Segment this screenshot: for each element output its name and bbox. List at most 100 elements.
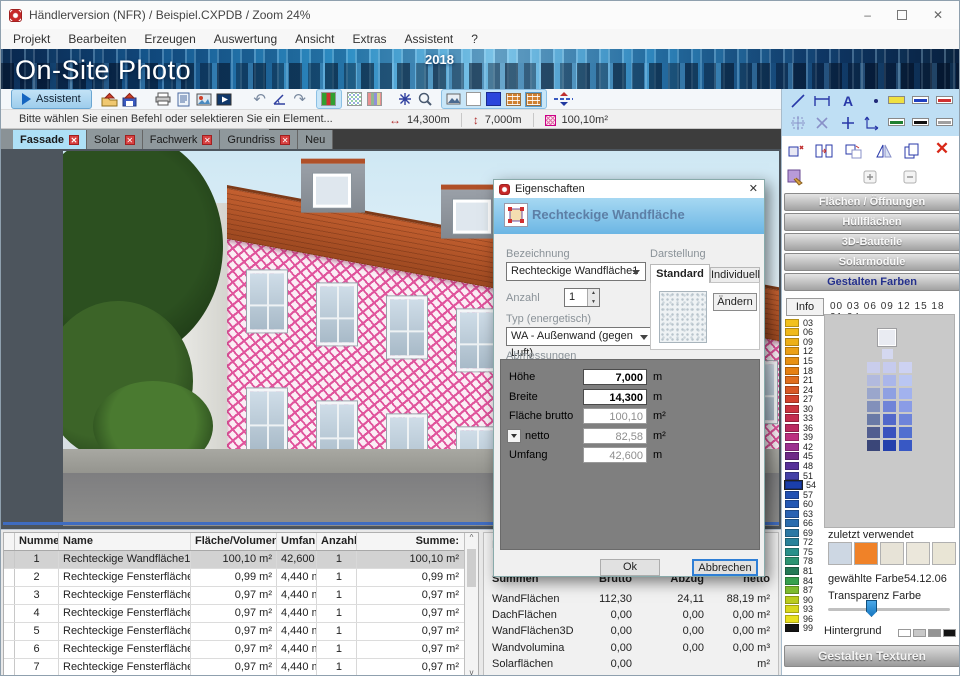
table-row[interactable]: 6Rechteckige Fensterfläche50,97 m²4,440 … [4,641,478,659]
move-rect-icon[interactable] [814,142,834,160]
menu-item-extras[interactable]: Extras [353,32,387,46]
export-video-icon[interactable] [214,90,234,109]
shade-swatch[interactable] [899,362,912,373]
recent-color-swatch[interactable] [880,542,904,565]
view-plain-icon[interactable] [464,90,484,109]
point-tool-icon[interactable] [866,92,886,110]
panel-button-solarmodule[interactable]: Solarmodule [784,253,960,271]
panel-button-3dbauteile[interactable]: 3D-Bauteile [784,233,960,251]
gestalten-texturen-button[interactable]: Gestalten Texturen [784,645,960,667]
recent-color-swatch[interactable] [828,542,852,565]
export-image-icon[interactable] [194,90,214,109]
shade-swatch[interactable] [867,427,880,438]
info-button[interactable]: Info [786,298,824,316]
bezeichnung-select[interactable]: Rechteckige Wandfläche1 [506,262,646,281]
col-header-3[interactable]: Umfan [277,533,317,550]
sub-shade-swatch[interactable] [882,349,893,359]
hue-swatch-06[interactable] [785,328,799,336]
texture-paint-icon[interactable] [786,168,806,186]
color-gray-swatch[interactable] [936,118,953,126]
duplicate-icon[interactable] [902,142,922,160]
shade-swatch[interactable] [883,362,896,373]
undo-icon[interactable]: ↶ [250,90,270,109]
tab-fachwerk[interactable]: Fachwerk✕ [143,130,221,149]
hue-swatch-63[interactable] [785,510,799,518]
hue-swatch-54[interactable] [785,481,802,489]
hue-swatch-03[interactable] [785,319,799,327]
table-row[interactable]: 1Rechteckige Wandfläche1100,10 m²42,600 … [4,551,478,569]
hue-swatch-60[interactable] [785,500,799,508]
shade-swatch[interactable] [899,375,912,386]
hue-swatch-21[interactable] [785,376,799,384]
redo-icon[interactable]: ↷ [290,90,310,109]
hue-swatch-57[interactable] [785,491,799,499]
open-project-icon[interactable] [100,90,120,109]
maximize-icon[interactable] [897,10,907,20]
transparency-slider[interactable] [828,608,950,611]
shade-swatch[interactable] [867,375,880,386]
menu-item-assistent[interactable]: Assistent [405,32,454,46]
texture-preview[interactable] [659,291,707,343]
hue-swatch-45[interactable] [785,452,799,460]
menu-item-ansicht[interactable]: Ansicht [295,32,334,46]
netto-dropdown[interactable] [507,429,521,443]
table-row[interactable]: 5Rechteckige Fensterfläche40,97 m²4,440 … [4,623,478,641]
shade-swatch[interactable] [899,401,912,412]
tab-close-icon[interactable]: ✕ [69,135,79,145]
menu-item-[interactable]: ? [471,32,478,46]
hue-swatch-78[interactable] [785,557,799,565]
shade-swatch[interactable] [899,414,912,425]
shade-swatch[interactable] [867,362,880,373]
menu-item-erzeugen[interactable]: Erzeugen [144,32,195,46]
report-icon[interactable] [174,90,194,109]
menu-item-bearbeiten[interactable]: Bearbeiten [68,32,126,46]
tab-grundriss[interactable]: Grundriss✕ [220,130,298,149]
color-green-swatch[interactable] [888,118,905,126]
dialog-title-bar[interactable]: Eigenschaften ✕ [494,180,764,198]
hue-swatch-12[interactable] [785,347,799,355]
hue-swatch-15[interactable] [785,357,799,365]
shade-swatch[interactable] [867,440,880,451]
hue-swatch-87[interactable] [785,586,799,594]
tab-solar[interactable]: Solar✕ [87,130,143,149]
tab-close-icon[interactable]: ✕ [280,135,290,145]
pattern-stripes-icon[interactable] [365,90,385,109]
hue-swatch-18[interactable] [785,367,799,375]
hue-swatch-39[interactable] [785,433,799,441]
background-swatch[interactable] [928,629,941,637]
save-project-icon[interactable] [120,90,140,109]
hue-swatch-51[interactable] [785,472,799,480]
menu-item-projekt[interactable]: Projekt [13,32,50,46]
pattern-dots-icon[interactable] [345,90,365,109]
cross-tool-icon[interactable] [812,114,832,132]
tab-neu[interactable]: Neu [298,130,333,149]
anzahl-stepper[interactable]: 1 ▲▼ [564,288,600,307]
color-yellow-swatch[interactable] [888,96,905,104]
color-black-swatch[interactable] [912,118,929,126]
shade-swatch[interactable] [867,401,880,412]
shade-swatch[interactable] [867,388,880,399]
tab-individuell[interactable]: Individuell [710,267,760,283]
snap-star-icon[interactable] [395,90,415,109]
transform-icon[interactable] [786,142,806,160]
hue-swatch-30[interactable] [785,405,799,413]
panel-button-hllflchen[interactable]: Hüllflächen [784,213,960,231]
hue-swatch-72[interactable] [785,538,799,546]
col-header-0[interactable]: Numme [15,533,59,550]
col-header-1[interactable]: Name [59,533,191,550]
hue-swatch-27[interactable] [785,395,799,403]
hue-swatch-99[interactable] [785,624,799,632]
shade-swatch[interactable] [883,427,896,438]
hue-swatch-42[interactable] [785,443,799,451]
recent-color-swatch[interactable] [854,542,878,565]
panel-button-gestaltenfarben[interactable]: Gestalten Farben [784,273,960,291]
crosshair-tool-icon[interactable] [838,114,858,132]
tab-close-icon[interactable]: ✕ [202,135,212,145]
angle-icon[interactable] [270,90,290,109]
panel-button-flchenffnungen[interactable]: Flächen / Öffnungen [784,193,960,211]
tab-close-icon[interactable]: ✕ [125,135,135,145]
shade-swatch[interactable] [883,440,896,451]
delete-icon[interactable]: ✕ [932,140,952,158]
shade-swatch[interactable] [883,375,896,386]
field-input[interactable]: 7,000 [583,369,647,385]
